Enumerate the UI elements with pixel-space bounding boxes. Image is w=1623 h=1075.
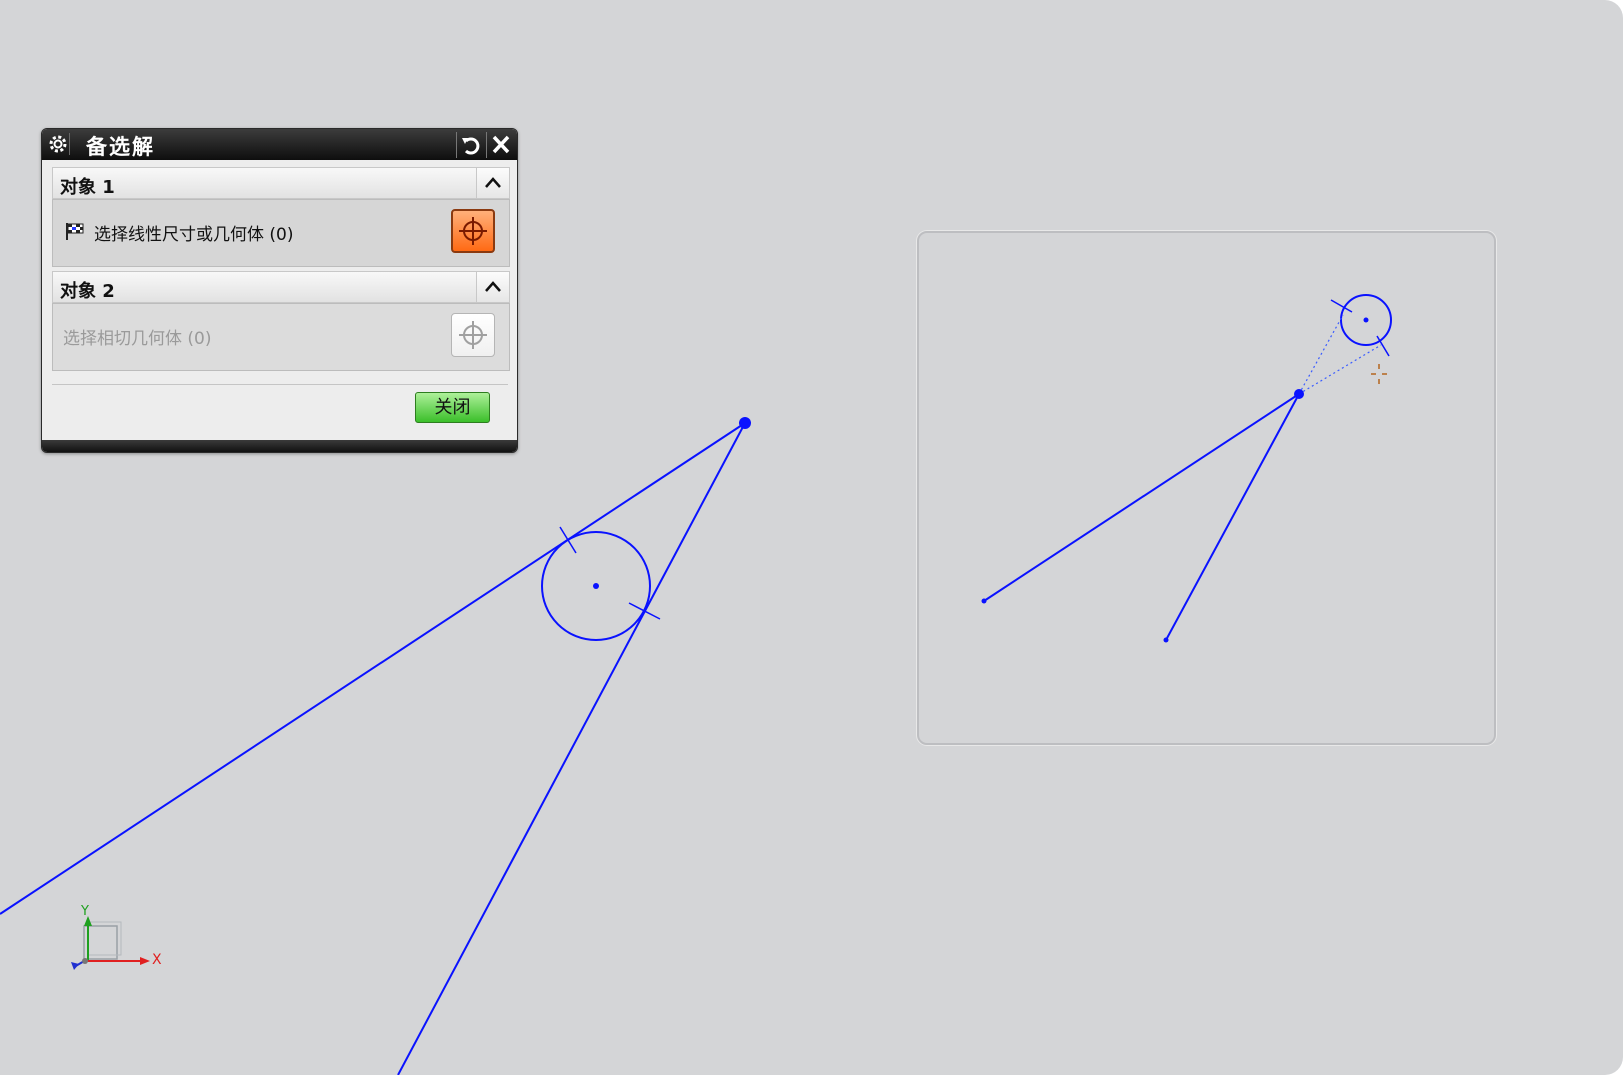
preview-line-left <box>983 393 1300 602</box>
object-2-header[interactable]: 对象 2 <box>52 271 510 303</box>
close-button[interactable]: 关闭 <box>415 392 490 423</box>
preview-dotted-line-1 <box>1298 314 1344 395</box>
tangent-marker-1 <box>559 526 577 554</box>
dialog-bottom-bar <box>42 440 517 452</box>
preview-dotted-line-2 <box>1298 344 1382 395</box>
preview-end-point-1 <box>981 598 987 604</box>
object-1-selection-row[interactable]: 选择线性尺寸或几何体 (0) <box>52 199 510 267</box>
coordinate-triad: Y X <box>68 904 168 996</box>
vertex-point <box>739 417 751 429</box>
sketch-line-left <box>0 422 746 915</box>
preview-geometry <box>981 294 1392 643</box>
triad-y-label: Y <box>81 904 89 919</box>
dialog-divider <box>52 384 508 385</box>
close-icon[interactable] <box>486 132 515 158</box>
flag-icon <box>64 221 86 245</box>
tangent-marker-2 <box>628 602 661 620</box>
circle-center-point <box>593 583 599 589</box>
preview-vertex-point <box>1294 389 1304 399</box>
reset-icon[interactable] <box>456 132 485 158</box>
object-2-prompt: 选择相切几何体 (0) <box>63 329 212 349</box>
preview-end-point-2 <box>1163 637 1169 643</box>
dialog-title: 备选解 <box>86 135 155 159</box>
sketch-line-right <box>397 422 746 1075</box>
crosshair-cursor-icon <box>1371 364 1387 384</box>
select-object-1-button[interactable] <box>451 209 495 253</box>
object-1-prompt: 选择线性尺寸或几何体 (0) <box>94 225 294 245</box>
object-2-selection-row[interactable]: 选择相切几何体 (0) <box>52 303 510 371</box>
object-1-header[interactable]: 对象 1 <box>52 167 510 199</box>
triad-x-label: X <box>152 952 162 968</box>
object-2-title: 对象 2 <box>60 281 115 302</box>
chevron-up-icon[interactable] <box>476 168 509 198</box>
graphics-canvas[interactable]: 备选解 对象 1 选择线性尺寸或几何体 (0) 对象 2 选择相切几何体 (0)… <box>0 0 1623 1075</box>
select-object-2-button[interactable] <box>451 313 495 357</box>
object-1-title: 对象 1 <box>60 177 115 198</box>
solution-preview-panel <box>917 231 1496 745</box>
dialog-titlebar: 备选解 <box>42 129 517 160</box>
alternate-solution-dialog: 备选解 对象 1 选择线性尺寸或几何体 (0) 对象 2 选择相切几何体 (0)… <box>41 128 518 453</box>
preview-line-right <box>1165 393 1300 641</box>
preview-center-point <box>1363 317 1369 323</box>
gear-icon[interactable] <box>47 133 70 155</box>
chevron-up-icon[interactable] <box>476 272 509 302</box>
